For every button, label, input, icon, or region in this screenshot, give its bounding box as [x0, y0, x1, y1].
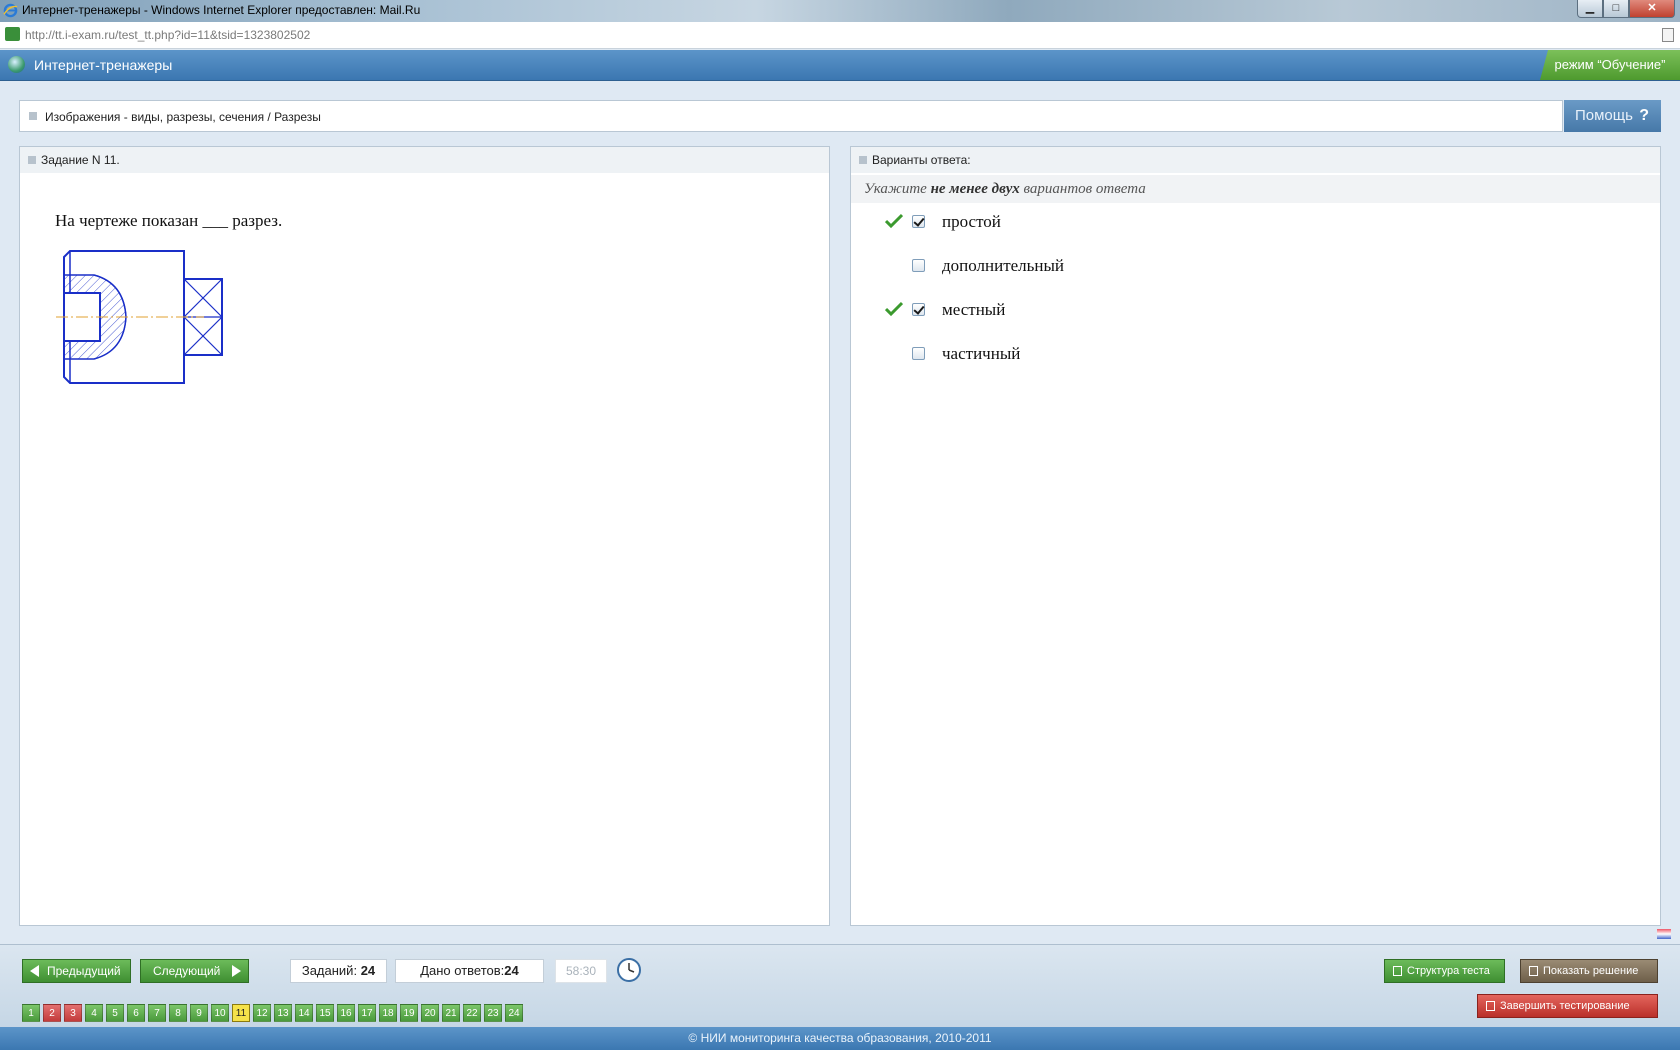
answer-option[interactable]: дополнительный — [851, 253, 1451, 283]
instruction-prefix: Укажите — [864, 181, 931, 197]
show-solution-button[interactable]: Показать решение — [1520, 959, 1658, 983]
bullet-square-icon — [29, 112, 37, 120]
close-button[interactable]: ✕ — [1629, 0, 1675, 18]
total-value: 24 — [360, 963, 376, 978]
answer-checkbox[interactable] — [912, 347, 925, 360]
minimize-button[interactable]: ▁ — [1577, 0, 1603, 18]
page-number-button[interactable]: 10 — [211, 1004, 229, 1022]
finish-test-button[interactable]: Завершить тестирование — [1477, 994, 1658, 1018]
answer-option-label[interactable]: частичный — [942, 344, 1020, 364]
question-text: На чертеже показан ___ разрез. — [55, 211, 283, 230]
page-number-button[interactable]: 18 — [379, 1004, 397, 1022]
mode-badge: режим “Обучение” — [1540, 50, 1680, 80]
breadcrumb-path: Изображения - виды, разрезы, сечения / Р… — [45, 110, 321, 124]
url-text[interactable]: http://tt.i-exam.ru/test_tt.php?id=11&ts… — [25, 28, 310, 42]
page-number-button[interactable]: 12 — [253, 1004, 271, 1022]
page-number-button[interactable]: 6 — [127, 1004, 145, 1022]
answer-option[interactable]: простой — [851, 209, 1451, 239]
running-man-icon — [1486, 1001, 1495, 1011]
instruction-suffix: вариантов ответа — [1019, 181, 1146, 197]
task-heading: Задание N 11. — [41, 153, 120, 167]
answer-option[interactable]: частичный — [851, 341, 1451, 371]
bullet-square-icon — [28, 156, 36, 164]
total-tasks-counter: Заданий: 24 — [290, 959, 387, 983]
site-favicon-icon — [5, 27, 20, 41]
footer: © НИИ мониторинга качества образования, … — [0, 1027, 1680, 1050]
previous-button[interactable]: Предыдущий — [22, 959, 131, 983]
page-number-button[interactable]: 20 — [421, 1004, 439, 1022]
answer-option-label[interactable]: простой — [942, 212, 1001, 232]
page-number-button[interactable]: 22 — [463, 1004, 481, 1022]
arrow-left-icon — [30, 965, 39, 977]
answer-option-label[interactable]: местный — [942, 300, 1005, 320]
technical-drawing — [56, 250, 223, 384]
answer-option[interactable]: местный — [851, 297, 1451, 327]
next-button[interactable]: Следующий — [140, 959, 249, 983]
window-title: Интернет-тренажеры - Windows Internet Ex… — [22, 3, 421, 17]
answered-value: 24 — [504, 963, 519, 978]
clock-icon[interactable] — [616, 957, 642, 983]
finish-label: Завершить тестирование — [1500, 1000, 1630, 1012]
help-button[interactable]: Помощь ? — [1564, 100, 1661, 132]
flag-icon — [1657, 929, 1671, 939]
page-number-button[interactable]: 9 — [190, 1004, 208, 1022]
answer-option-label[interactable]: дополнительный — [942, 256, 1064, 276]
answered-label: Дано ответов: — [420, 963, 505, 978]
app-title: Интернет-тренажеры — [34, 57, 173, 73]
page-number-button[interactable]: 21 — [442, 1004, 460, 1022]
page-number-button[interactable]: 5 — [106, 1004, 124, 1022]
solution-label: Показать решение — [1543, 965, 1639, 977]
page-number-button[interactable]: 8 — [169, 1004, 187, 1022]
page-icon[interactable] — [1662, 28, 1674, 42]
page-number-button[interactable]: 2 — [43, 1004, 61, 1022]
app-header: Интернет-тренажеры режим “Обучение” — [0, 50, 1680, 81]
page-number-button[interactable]: 23 — [484, 1004, 502, 1022]
arrow-right-icon — [232, 965, 241, 977]
answered-counter: Дано ответов:24 — [395, 959, 544, 983]
question-mark-icon: ? — [1639, 107, 1649, 124]
bottom-toolbar: Предыдущий Следующий Заданий: 24 Дано от… — [0, 944, 1680, 1029]
test-structure-button[interactable]: Структура теста — [1384, 959, 1505, 983]
answer-heading: Варианты ответа: — [872, 153, 971, 167]
previous-label: Предыдущий — [47, 964, 121, 978]
page-number-button[interactable]: 7 — [148, 1004, 166, 1022]
correct-checkmark-icon — [885, 301, 903, 317]
page-number-button[interactable]: 14 — [295, 1004, 313, 1022]
page-number-button[interactable]: 13 — [274, 1004, 292, 1022]
page-number-button[interactable]: 24 — [505, 1004, 523, 1022]
instruction-emphasis: не менее двух — [930, 181, 1020, 197]
answer-instruction: Укажите не менее двух вариантов ответа — [851, 175, 1660, 203]
book-icon — [1529, 966, 1538, 976]
answer-panel-header: Варианты ответа: — [851, 147, 1660, 173]
page-number-button[interactable]: 19 — [400, 1004, 418, 1022]
address-bar[interactable]: http://tt.i-exam.ru/test_tt.php?id=11&ts… — [0, 22, 1680, 49]
next-label: Следующий — [153, 964, 221, 978]
page-number-button[interactable]: 15 — [316, 1004, 334, 1022]
globe-logo-icon — [8, 56, 25, 73]
page-number-button[interactable]: 3 — [64, 1004, 82, 1022]
page-number-button[interactable]: 11 — [232, 1004, 250, 1022]
answer-checkbox[interactable] — [912, 215, 925, 228]
bullet-square-icon — [859, 156, 867, 164]
help-label: Помощь — [1575, 107, 1633, 124]
breadcrumb: Изображения - виды, разрезы, сечения / Р… — [19, 100, 1563, 132]
answer-checkbox[interactable] — [912, 259, 925, 272]
task-panel: Задание N 11. На чертеже показан ___ раз… — [19, 146, 830, 926]
maximize-button[interactable]: □ — [1603, 0, 1629, 18]
page-number-button[interactable]: 4 — [85, 1004, 103, 1022]
timer: 58:30 — [555, 959, 607, 983]
page-number-button[interactable]: 16 — [337, 1004, 355, 1022]
window-titlebar: Интернет-тренажеры - Windows Internet Ex… — [0, 0, 1680, 22]
page-number-button[interactable]: 17 — [358, 1004, 376, 1022]
page-number-button[interactable]: 1 — [22, 1004, 40, 1022]
total-label: Заданий: — [301, 963, 358, 978]
task-panel-header: Задание N 11. — [20, 147, 829, 173]
correct-checkmark-icon — [885, 213, 903, 229]
answer-panel: Варианты ответа: Укажите не менее двух в… — [850, 146, 1661, 926]
structure-label: Структура теста — [1407, 965, 1490, 977]
ie-browser-icon — [3, 3, 18, 18]
document-icon — [1393, 966, 1402, 976]
answer-checkbox[interactable] — [912, 303, 925, 316]
